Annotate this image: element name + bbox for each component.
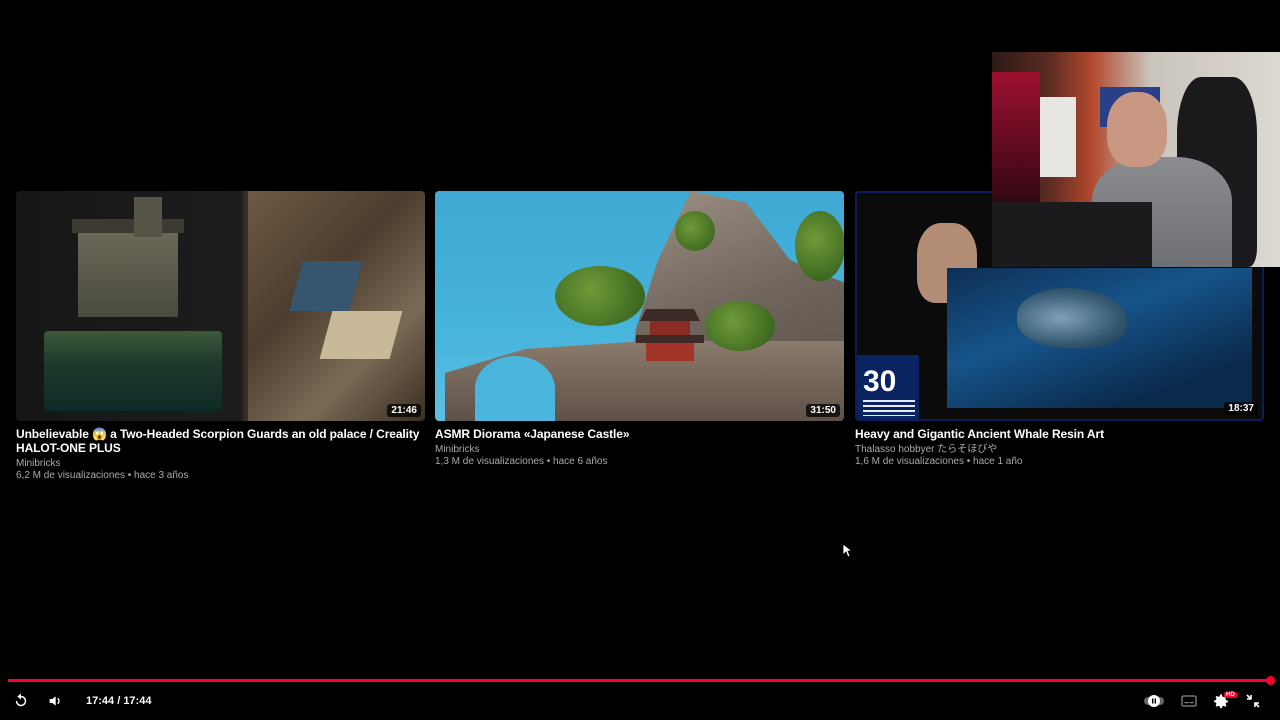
exit-fullscreen-button[interactable] [1242,690,1264,712]
video-title[interactable]: ASMR Diorama «Japanese Castle» [435,427,844,441]
time-display: 17:44 / 17:44 [86,695,151,707]
replay-button[interactable] [10,690,32,712]
autoplay-toggle[interactable] [1142,690,1166,712]
video-title[interactable]: Unbelievable 😱 a Two-Headed Scorpion Gua… [16,427,425,455]
subtitles-icon [1181,694,1197,708]
channel-name: Minibricks [16,458,61,469]
channel-logo-badge: 30 [857,355,919,419]
hd-badge: HD [1224,692,1237,698]
thumbnail-art [44,331,222,411]
time-separator: / [114,695,124,707]
replay-icon [12,692,30,710]
video-meta: 6,2 M de visualizaciones • hace 3 años [16,470,189,481]
channel-name: Minibricks [435,444,480,455]
volume-button[interactable] [44,690,66,712]
video-player: 21:46 Unbelievable 😱 a Two-Headed Scorpi… [0,0,1280,720]
subtitles-button[interactable] [1178,690,1200,712]
video-duration: 21:46 [387,404,421,417]
video-title[interactable]: Heavy and Gigantic Ancient Whale Resin A… [855,427,1264,441]
end-screen-video-card[interactable]: 31:50 ASMR Diorama «Japanese Castle» Min… [435,191,844,468]
progress-bar[interactable] [8,679,1272,682]
total-time: 17:44 [123,695,152,707]
video-meta: 1,6 M de visualizaciones • hace 1 año [855,456,1023,467]
webcam-overlay [992,52,1280,267]
exit-fullscreen-icon [1246,694,1260,708]
autoplay-toggle-icon [1143,694,1165,708]
video-thumbnail[interactable]: 31:50 [435,191,844,421]
video-thumbnail[interactable]: 21:46 [16,191,425,421]
video-duration: 31:50 [806,404,840,417]
volume-icon [47,693,63,709]
channel-name: Thalasso hobbyer たらそほびや [855,444,998,455]
end-screen-video-card[interactable]: 21:46 Unbelievable 😱 a Two-Headed Scorpi… [16,191,425,482]
video-meta: 1,3 M de visualizaciones • hace 6 años [435,456,608,467]
scrubber-handle[interactable] [1266,676,1275,685]
current-time: 17:44 [86,695,115,707]
video-duration: 18:37 [1224,402,1258,415]
